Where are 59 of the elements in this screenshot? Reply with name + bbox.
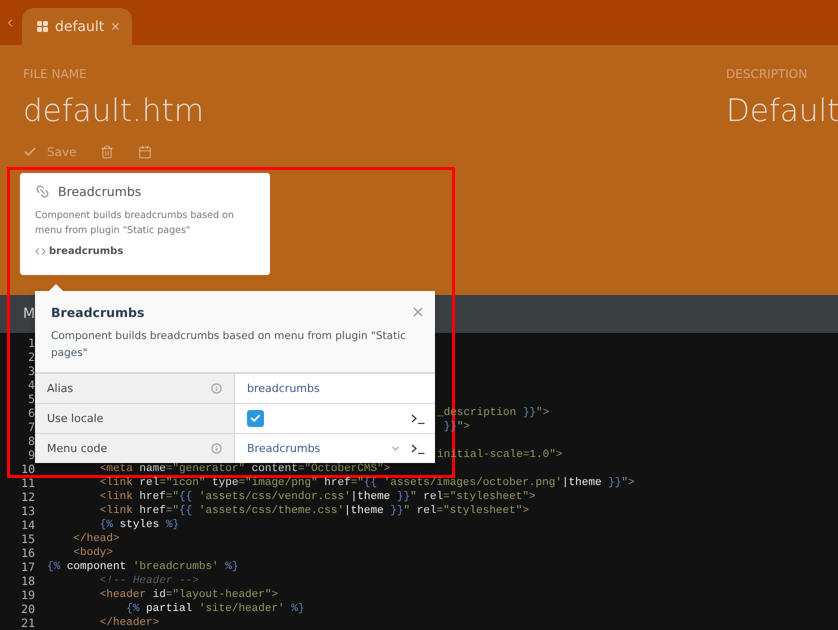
popup-description: Component builds breadcrumbs based on menu from plugin "Static pages" — [51, 329, 407, 361]
line-number: 7 — [27, 420, 35, 434]
line-number: 9 — [27, 448, 35, 462]
check-icon — [250, 413, 261, 424]
code-line: <link href="{{ 'assets/css/theme.css'|theme }}" rel="stylesheet"> — [98, 504, 529, 518]
property-name: Menu code — [47, 442, 108, 455]
checkbox[interactable] — [247, 410, 264, 427]
info-icon[interactable] — [211, 443, 222, 454]
field-label: DESCRIPTION — [726, 67, 808, 81]
line-number: 16 — [20, 546, 35, 560]
code-line: {% styles %} — [98, 518, 180, 532]
line-number: 15 — [20, 532, 35, 546]
line-number: 17 — [20, 560, 35, 574]
code-line: <link href="{{ 'assets/css/vendor.css'|theme }}" rel="stylesheet"> — [98, 490, 536, 504]
popup-title: Breadcrumbs — [51, 305, 146, 320]
line-number: 5 — [27, 392, 35, 406]
line-number: 20 — [20, 602, 35, 616]
code-line: <link rel="icon" type="image/png" href="{{ 'assets/images/october.png'|theme }}"> — [98, 476, 635, 490]
info-icon[interactable] — [211, 383, 222, 394]
code-line: <header id="layout-header"> — [98, 588, 278, 602]
terminal-icon — [411, 414, 425, 424]
line-number: 2 — [27, 350, 35, 364]
line-number: 6 — [27, 406, 35, 420]
property-name: Alias — [47, 382, 74, 395]
code-line: <body> — [72, 546, 114, 560]
code-line: </header> — [98, 616, 160, 630]
line-number: 11 — [20, 476, 35, 490]
line-number: 21 — [20, 616, 35, 630]
component-title: Breadcrumbs — [58, 184, 142, 199]
close-icon[interactable] — [110, 21, 122, 32]
code-line: <meta name="generator" content="OctoberCMS"> — [98, 462, 390, 476]
code-line: </head> — [72, 532, 120, 546]
trash-icon[interactable] — [100, 145, 114, 159]
line-number: 1 — [27, 336, 35, 350]
code-icon — [35, 246, 46, 257]
calendar-icon[interactable] — [138, 145, 152, 159]
check-icon — [23, 145, 37, 159]
component-card[interactable]: Breadcrumbs Component builds breadcrumbs based on menu from plugin "Static pages" breadcrumbs — [20, 173, 270, 275]
line-number: 18 — [20, 574, 35, 588]
line-number: 12 — [20, 490, 35, 504]
field-label: FILE NAME — [23, 67, 88, 81]
line-number: 14 — [20, 518, 35, 532]
line-number: 19 — [20, 588, 35, 602]
link-icon — [35, 184, 50, 199]
code-line: <!-- Header --> — [98, 574, 199, 588]
line-number: 10 — [20, 462, 35, 476]
grid-icon — [36, 20, 49, 33]
code-line: {% partial 'site/header' %} — [125, 602, 304, 616]
line-number: 13 — [20, 504, 35, 518]
terminal-icon — [411, 444, 425, 454]
close-button[interactable] — [411, 305, 425, 319]
property-name: Use locale — [47, 412, 104, 425]
section-tab[interactable]: M — [23, 306, 36, 322]
component-description: Component builds breadcrumbs based on menu from plugin "Static pages" — [35, 209, 235, 238]
component-alias: breadcrumbs — [49, 246, 124, 257]
code-line: {% component 'breadcrumbs' %} — [47, 560, 238, 574]
line-number: 3 — [27, 364, 35, 378]
line-number: 8 — [27, 434, 35, 448]
line-number: 4 — [27, 378, 35, 392]
